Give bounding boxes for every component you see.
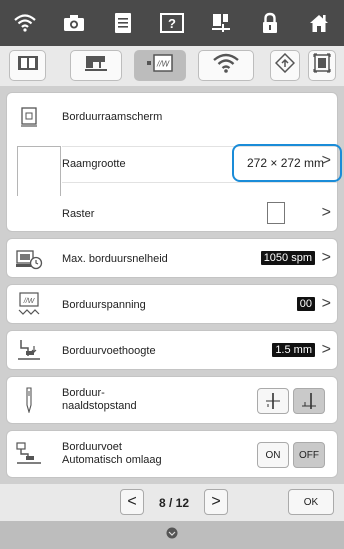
svg-text://W: //W [156, 60, 170, 69]
max-speed-label: Max. borduursnelheid [62, 253, 168, 265]
page-indicator: 8 / 12 [158, 496, 190, 510]
needle-stop-panel: Borduur- naaldstopstand [6, 376, 338, 424]
max-speed-value[interactable]: 1050 spm [260, 251, 315, 265]
foot-auto-on-button[interactable]: ON [257, 442, 289, 468]
embroidery-foot-icon[interactable] [208, 10, 234, 36]
needle-up-icon [266, 393, 280, 409]
grid-panel: Raster > [6, 196, 338, 232]
frame-display-label: Borduurraamscherm [62, 111, 163, 123]
needle-down-icon [302, 393, 316, 409]
sewing-machine-icon [84, 54, 108, 77]
foot-auto-label-line1: Borduurvoet [62, 441, 122, 453]
foot-height-label: Borduurvoethoogte [62, 345, 156, 357]
bottom-bar [0, 521, 344, 549]
foot-height-panel: Borduurvoethoogte 1.5 mm > [6, 330, 338, 370]
chevron-right-icon: > [211, 493, 221, 510]
wifi-icon [213, 53, 239, 78]
needle-stop-up-button[interactable] [257, 388, 289, 414]
tension-label: Borduurspanning [62, 299, 146, 311]
grid-chevron-icon[interactable]: > [322, 204, 331, 222]
max-speed-panel: Max. borduursnelheid 1050 spm > [6, 238, 338, 278]
chevron-left-icon: < [127, 493, 137, 510]
document-icon[interactable] [110, 10, 136, 36]
scroll-indicator-icon[interactable] [166, 526, 178, 544]
row-divider [62, 182, 337, 183]
tab-general-settings[interactable] [270, 50, 300, 81]
settings-category-tabs: //W [0, 46, 344, 86]
needle-stop-down-button[interactable] [293, 388, 325, 414]
foot-auto-panel: Borduurvoet Automatisch omlaag ON OFF [6, 430, 338, 478]
ok-button[interactable]: OK [288, 489, 334, 515]
svg-text:?: ? [168, 16, 176, 31]
grid-setting-preview[interactable] [267, 202, 285, 224]
frame-size-label: Raamgrootte [62, 158, 126, 170]
pager-bar: < 8 / 12 > OK [0, 484, 344, 521]
settings-diamond-icon [274, 52, 296, 78]
wifi-icon[interactable] [12, 10, 38, 36]
frame-preview [17, 146, 61, 202]
tab-network[interactable] [198, 50, 254, 81]
foot-height-value[interactable]: 1.5 mm [272, 343, 315, 357]
help-icon[interactable]: ? [159, 10, 185, 36]
needle-icon [15, 387, 43, 413]
tension-panel: //W Borduurspanning 00 > [6, 284, 338, 324]
embroidery-unit-icon: //W [146, 53, 174, 78]
needle-stop-label-line1: Borduur- [62, 387, 105, 399]
foot-auto-off-button[interactable]: OFF [293, 442, 325, 468]
next-page-button[interactable]: > [204, 489, 228, 515]
camera-icon[interactable] [61, 10, 87, 36]
max-speed-chevron-icon[interactable]: > [322, 249, 331, 267]
tab-sewing-settings[interactable] [70, 50, 122, 81]
lock-icon[interactable] [257, 10, 283, 36]
speed-icon [15, 247, 43, 271]
tension-value[interactable]: 00 [296, 297, 315, 311]
frame-size-value[interactable]: 272 × 272 mm [247, 156, 324, 170]
needle-stop-label-line2: naaldstopstand [62, 400, 137, 412]
foot-auto-label: Borduurvoet Automatisch omlaag [62, 441, 162, 467]
needle-stop-label: Borduur- naaldstopstand [62, 387, 137, 413]
embroidery-frame-display-panel: Borduurraamscherm Raamgrootte 272 × 272 … [6, 92, 342, 206]
foot-auto-label-line2: Automatisch omlaag [62, 454, 162, 466]
frame-select-icon [313, 53, 331, 78]
frame-display-icon [15, 105, 43, 129]
grid-label: Raster [62, 208, 95, 220]
frame-size-chevron-icon[interactable]: > [322, 152, 331, 170]
home-icon[interactable] [306, 10, 332, 36]
tab-frame[interactable] [308, 50, 336, 81]
tab-manual[interactable] [9, 50, 46, 81]
book-icon [17, 55, 39, 76]
foot-height-icon [15, 338, 43, 362]
tension-icon: //W [15, 292, 43, 316]
svg-text://W: //W [23, 298, 36, 305]
tab-embroidery-settings[interactable]: //W [134, 50, 186, 81]
foot-height-chevron-icon[interactable]: > [322, 341, 331, 359]
previous-page-button[interactable]: < [120, 489, 144, 515]
foot-auto-icon [15, 442, 43, 466]
top-bar: ? [0, 0, 344, 46]
tension-chevron-icon[interactable]: > [322, 295, 331, 313]
